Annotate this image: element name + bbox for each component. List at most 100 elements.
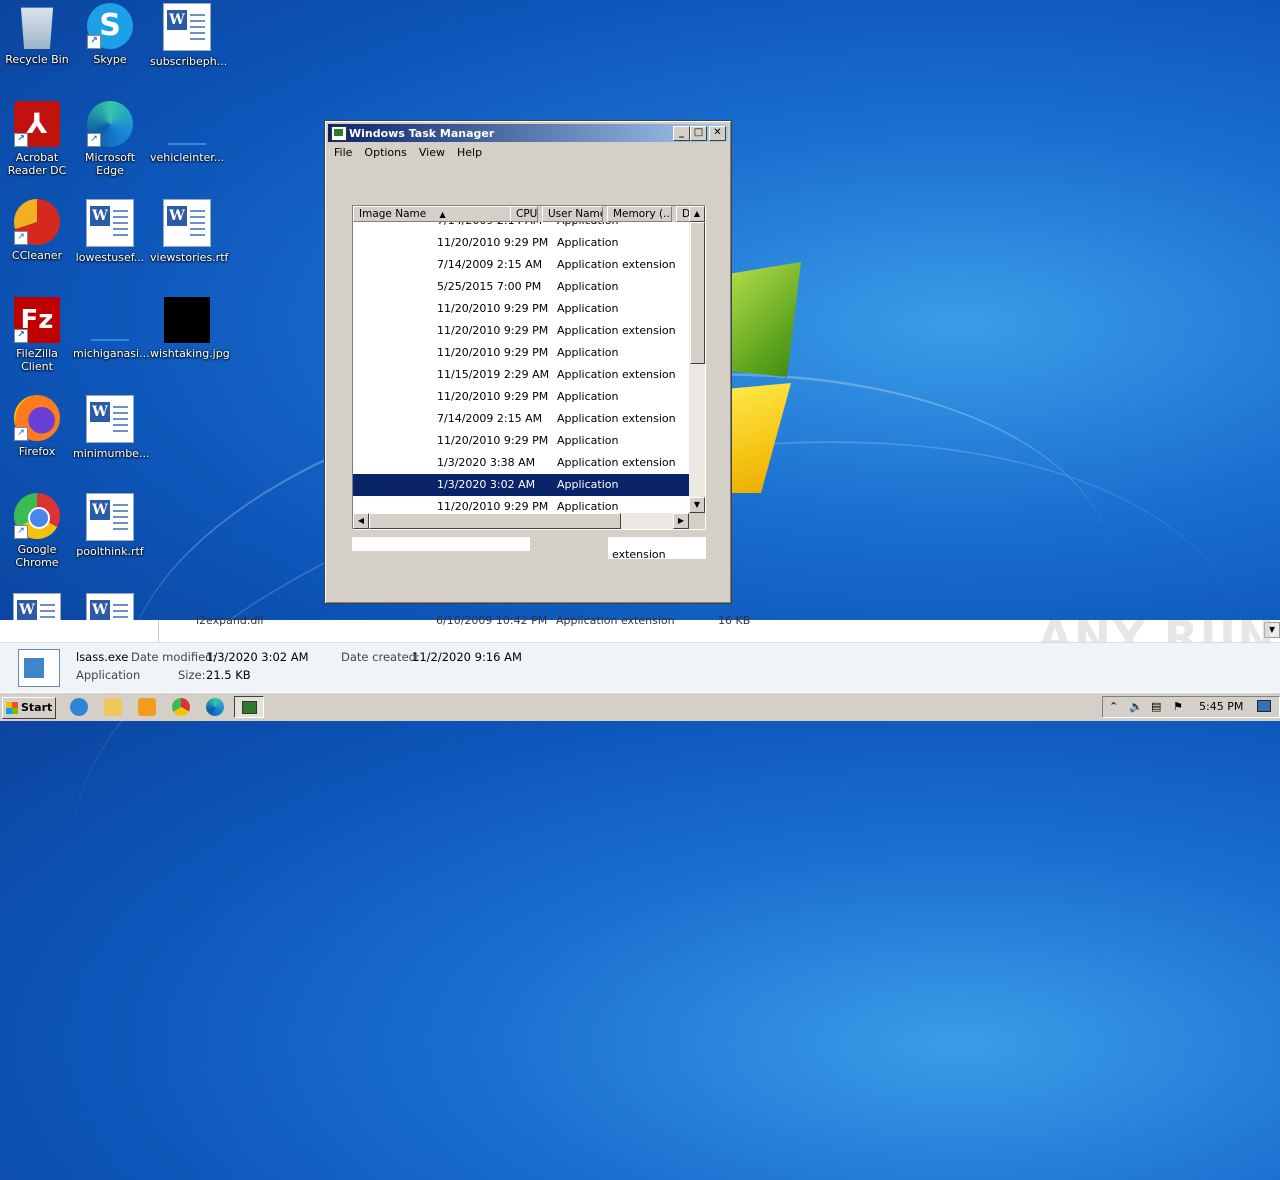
desktop-icon[interactable]: lowestusef...	[73, 199, 147, 264]
media-player-icon[interactable]	[138, 698, 156, 716]
image-file-icon	[164, 297, 210, 343]
table-row[interactable]: 11/15/2019 2:29 AM Application extension	[353, 364, 689, 386]
file-name[interactable]: l2expand.dll	[196, 614, 263, 627]
column-user-name[interactable]: User Name	[542, 206, 603, 222]
desktop-icon[interactable]: wishtaking.jpg	[150, 297, 230, 360]
desktop-icon[interactable]: ↗ CCleaner	[0, 199, 74, 262]
desktop-icon-label: poolthink.rtf	[76, 545, 144, 558]
column-image-name[interactable]: Image Name ▲	[353, 206, 511, 222]
edge-icon: ↗	[87, 101, 133, 147]
table-row[interactable]: 11/20/2010 9:29 PM Application extension	[353, 320, 689, 342]
row-type: Application extension	[557, 258, 676, 271]
desktop-icon[interactable]: viewstories.rtf	[150, 199, 229, 264]
horizontal-scrollbar[interactable]: ◀ ▶	[353, 513, 689, 529]
desktop-icon-label: Acrobat Reader DC	[7, 151, 67, 177]
internet-explorer-icon[interactable]	[70, 698, 88, 716]
table-row[interactable]: 5/25/2015 7:00 PM Application	[353, 276, 689, 298]
sort-ascending-icon: ▲	[439, 210, 446, 219]
file-size: 16 KB	[718, 614, 751, 627]
scroll-corner	[689, 513, 705, 529]
volume-icon[interactable]: 🔈	[1129, 700, 1143, 713]
start-button[interactable]: Start	[2, 697, 56, 719]
desktop-icon[interactable]: minimumbe...	[73, 395, 149, 460]
scroll-up-icon[interactable]: ▲	[689, 206, 705, 222]
menu-help[interactable]: Help	[451, 144, 488, 162]
ccleaner-icon: ↗	[14, 199, 60, 245]
minimize-button[interactable]: _	[673, 126, 690, 141]
menu-view[interactable]: View	[413, 144, 451, 162]
row-type: Application	[557, 390, 619, 403]
task-manager-window: Windows Task Manager _ □ ✕ File Options Vi…	[324, 120, 732, 604]
table-row[interactable]: 7/14/2009 2:14 AM Application	[353, 222, 689, 232]
hscroll-thumb[interactable]	[369, 513, 621, 529]
table-row[interactable]: 11/20/2010 9:29 PM Application	[353, 342, 689, 364]
desktop-icon[interactable]: poolthink.rtf	[73, 493, 147, 558]
row-type: Application	[557, 236, 619, 249]
start-label: Start	[21, 701, 53, 714]
date-modified-label: Date modified:	[131, 650, 217, 664]
edge-taskbar-icon[interactable]	[206, 698, 224, 716]
title-bar[interactable]: Windows Task Manager _ □ ✕	[328, 124, 728, 142]
scroll-down-icon[interactable]: ▼	[689, 497, 705, 513]
desktop-icon[interactable]: Recycle Bin	[0, 3, 74, 66]
size-value: 21.5 KB	[206, 668, 251, 682]
maximize-button[interactable]: □	[690, 126, 707, 141]
row-date: 11/20/2010 9:29 PM	[437, 346, 549, 359]
close-button[interactable]: ✕	[709, 126, 726, 141]
scroll-thumb[interactable]	[690, 222, 705, 364]
acrobat-reader-icon: ⅄ ↗	[14, 101, 60, 147]
table-row[interactable]: 11/20/2010 9:29 PM Application	[353, 232, 689, 254]
window-title: Windows Task Manager	[349, 127, 495, 140]
row-date: 7/14/2009 2:14 AM	[437, 222, 542, 232]
desktop-icon[interactable]: ↗ Firefox	[0, 395, 74, 458]
column-cpu[interactable]: CPU	[510, 206, 538, 222]
blank-file-icon	[164, 101, 210, 147]
table-row[interactable]: 1/3/2020 3:38 AM Application extension	[353, 452, 689, 474]
word-document-icon	[86, 493, 134, 541]
desktop-icon[interactable]: ⅄ ↗ Acrobat Reader DC	[0, 101, 74, 177]
desktop-icon[interactable]: michiganasi...	[73, 297, 150, 360]
table-row[interactable]: 11/20/2010 9:29 PM Application	[353, 430, 689, 452]
scroll-right-icon[interactable]: ▶	[673, 513, 689, 529]
process-list[interactable]: Image Name ▲ CPU User Name Memory (... D…	[352, 205, 706, 530]
clock[interactable]: 5:45 PM	[1199, 700, 1243, 713]
desktop-icon[interactable]: ↗ Microsoft Edge	[73, 101, 147, 177]
action-center-flag-icon[interactable]: ⚑	[1173, 700, 1183, 713]
system-tray: ⌃ 🔈 ▤ ⚑ 5:45 PM	[1102, 696, 1280, 718]
word-document-icon	[163, 199, 211, 247]
vertical-scrollbar[interactable]: ▲ ▼	[689, 206, 705, 513]
desktop-icon[interactable]: subscribeph...	[150, 3, 227, 68]
row-date: 5/25/2015 7:00 PM	[437, 280, 542, 293]
redraw-artifact: extension	[608, 537, 706, 561]
menu-options[interactable]: Options	[358, 144, 412, 162]
desktop-icon-label: FileZilla Client	[16, 347, 58, 373]
scroll-left-icon[interactable]: ◀	[353, 513, 369, 529]
column-memory[interactable]: Memory (...	[607, 206, 672, 222]
table-row[interactable]: 11/20/2010 9:29 PM Application	[353, 496, 689, 513]
desktop-icon[interactable]: ↗ Google Chrome	[0, 493, 74, 569]
desktop-icon-label: Skype	[93, 53, 127, 66]
table-row[interactable]: 11/20/2010 9:29 PM Application	[353, 386, 689, 408]
desktop-icon-label: viewstories.rtf	[150, 251, 229, 264]
table-row[interactable]: 7/14/2009 2:15 AM Application extension	[353, 408, 689, 430]
desktop-icon[interactable]: Fz ↗ FileZilla Client	[0, 297, 74, 373]
desktop-icon[interactable]: S ↗ Skype	[73, 3, 147, 66]
menu-file[interactable]: File	[328, 144, 358, 162]
windows-explorer-icon[interactable]	[104, 698, 122, 716]
row-date: 11/20/2010 9:29 PM	[437, 324, 549, 337]
row-type: Application	[557, 346, 619, 359]
word-document-icon	[86, 395, 134, 443]
table-row[interactable]: 7/14/2009 2:15 AM Application extension	[353, 254, 689, 276]
details-filename: lsass.exe	[76, 650, 129, 664]
network-icon[interactable]: ▤	[1151, 700, 1161, 713]
desktop-icon-label: Google Chrome	[15, 543, 59, 569]
desktop-icon[interactable]: vehicleinter...	[150, 101, 224, 164]
redraw-artifact	[352, 537, 530, 551]
row-date: 11/20/2010 9:29 PM	[437, 500, 549, 513]
table-row[interactable]: 11/20/2010 9:29 PM Application	[353, 298, 689, 320]
chrome-taskbar-icon[interactable]	[172, 698, 190, 716]
show-hidden-icons-icon[interactable]: ⌃	[1109, 700, 1118, 713]
table-row[interactable]: 1/3/2020 3:02 AM Application	[353, 474, 689, 496]
task-manager-taskbar-button[interactable]	[234, 696, 264, 718]
show-desktop-icon[interactable]	[1257, 700, 1271, 712]
